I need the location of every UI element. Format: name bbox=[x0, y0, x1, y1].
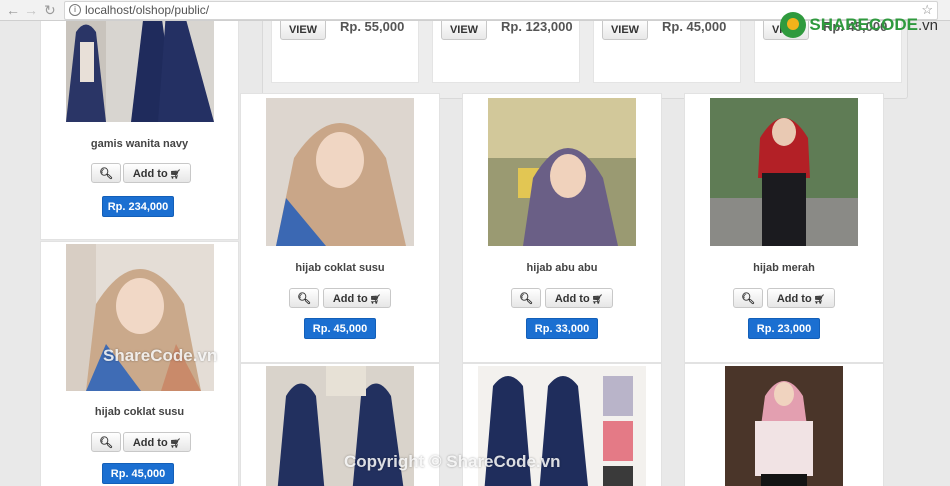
cart-icon: 🛒︎ bbox=[369, 294, 382, 304]
product-name[interactable]: hijab coklat susu bbox=[41, 406, 238, 418]
price-badge: Rp. 23,000 bbox=[748, 318, 820, 339]
product-card: hijab merah 🔍︎ Add to 🛒︎ Rp. 23,000 bbox=[684, 93, 884, 363]
product-name[interactable]: hijab merah bbox=[685, 262, 883, 274]
top-product-price: Rp. 45,000 bbox=[662, 21, 727, 34]
add-to-cart-button[interactable]: Add to 🛒︎ bbox=[323, 288, 391, 308]
shop-page: VIEW Rp. 55,000 VIEW Rp. 123,000 VIEW Rp… bbox=[0, 21, 950, 486]
zoom-button[interactable]: 🔍︎ bbox=[289, 288, 319, 308]
magnifier-icon: 🔍︎ bbox=[519, 293, 533, 305]
url-text: localhost/olshop/public/ bbox=[85, 3, 210, 17]
add-to-cart-button[interactable]: Add to 🛒︎ bbox=[767, 288, 835, 308]
sharecode-logo-icon bbox=[780, 12, 807, 38]
zoom-button[interactable]: 🔍︎ bbox=[91, 163, 121, 183]
logo-tail-text: .vn bbox=[917, 17, 938, 34]
product-image[interactable] bbox=[725, 366, 843, 486]
product-image[interactable] bbox=[66, 21, 214, 122]
product-name[interactable]: gamis wanita navy bbox=[41, 138, 238, 150]
sidebar-products: gamis wanita navy 🔍︎ Add to 🛒︎ Rp. 234,00… bbox=[40, 21, 239, 486]
sidebar-product-card: gamis wanita navy 🔍︎ Add to 🛒︎ Rp. 234,00… bbox=[40, 21, 239, 240]
sidebar-product-card: ShareCode.vn hijab coklat susu 🔍︎ Add to… bbox=[40, 241, 239, 486]
price-badge: Rp. 234,000 bbox=[102, 196, 174, 217]
magnifier-icon: 🔍︎ bbox=[297, 293, 311, 305]
product-image[interactable] bbox=[488, 98, 636, 246]
top-product-price: Rp. 55,000 bbox=[340, 21, 405, 34]
add-to-label: Add to bbox=[132, 437, 168, 449]
product-image[interactable] bbox=[710, 98, 858, 246]
cart-icon: 🛒︎ bbox=[169, 438, 182, 448]
cart-icon: 🛒︎ bbox=[169, 169, 182, 179]
magnifier-icon: 🔍︎ bbox=[741, 293, 755, 305]
copyright-watermark: Copyright © ShareCode.vn bbox=[344, 452, 561, 471]
logo-main-text: SHARECODE bbox=[809, 15, 918, 34]
cart-icon: 🛒︎ bbox=[591, 294, 604, 304]
product-image[interactable] bbox=[66, 244, 214, 391]
sharecode-logo: SHARECODE.vn bbox=[780, 10, 938, 40]
view-button[interactable]: VIEW bbox=[441, 21, 487, 40]
top-product-card: VIEW Rp. 45,000 bbox=[593, 21, 741, 83]
info-icon[interactable]: i bbox=[69, 4, 81, 16]
magnifier-icon: 🔍︎ bbox=[99, 437, 113, 449]
view-button[interactable]: VIEW bbox=[280, 21, 326, 40]
top-product-card: VIEW Rp. 123,000 bbox=[432, 21, 580, 83]
price-badge: Rp. 45,000 bbox=[304, 318, 376, 339]
magnifier-icon: 🔍︎ bbox=[99, 168, 113, 180]
back-arrow-icon[interactable]: ← bbox=[6, 2, 20, 18]
product-name[interactable]: hijab abu abu bbox=[463, 262, 661, 274]
zoom-button[interactable]: 🔍︎ bbox=[91, 432, 121, 452]
add-to-cart-button[interactable]: Add to 🛒︎ bbox=[123, 163, 191, 183]
add-to-label: Add to bbox=[554, 293, 590, 305]
top-product-card: VIEW Rp. 55,000 bbox=[271, 21, 419, 83]
zoom-button[interactable]: 🔍︎ bbox=[733, 288, 763, 308]
product-card: hijab coklat susu 🔍︎ Add to 🛒︎ Rp. 45,000 bbox=[240, 93, 440, 363]
add-to-label: Add to bbox=[332, 293, 368, 305]
price-badge: Rp. 33,000 bbox=[526, 318, 598, 339]
product-card bbox=[684, 363, 884, 486]
zoom-button[interactable]: 🔍︎ bbox=[511, 288, 541, 308]
view-button[interactable]: VIEW bbox=[602, 21, 648, 40]
product-image[interactable] bbox=[266, 98, 414, 246]
product-name[interactable]: hijab coklat susu bbox=[241, 262, 439, 274]
forward-arrow-icon[interactable]: → bbox=[24, 2, 38, 18]
add-to-label: Add to bbox=[776, 293, 812, 305]
price-badge: Rp. 45,000 bbox=[102, 463, 174, 484]
add-to-cart-button[interactable]: Add to 🛒︎ bbox=[545, 288, 613, 308]
product-card: hijab abu abu 🔍︎ Add to 🛒︎ Rp. 33,000 bbox=[462, 93, 662, 363]
watermark-text: ShareCode.vn bbox=[103, 346, 218, 365]
reload-icon[interactable]: ↻ bbox=[44, 2, 56, 18]
add-to-label: Add to bbox=[132, 168, 168, 180]
top-product-price: Rp. 123,000 bbox=[501, 21, 573, 34]
cart-icon: 🛒︎ bbox=[813, 294, 826, 304]
add-to-cart-button[interactable]: Add to 🛒︎ bbox=[123, 432, 191, 452]
